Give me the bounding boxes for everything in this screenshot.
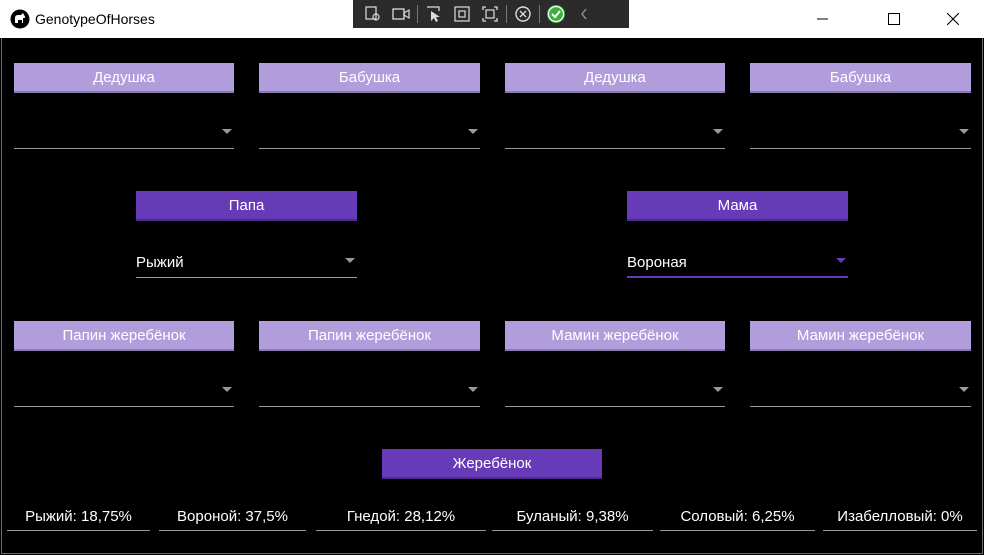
result-ryzhiy: Рыжий: 18,75% bbox=[7, 503, 150, 531]
result-izabellovy: Изабелловый: 0% bbox=[823, 503, 977, 531]
grandfather-maternal-button[interactable]: Дедушка bbox=[505, 63, 725, 93]
hot-reload-icon[interactable] bbox=[509, 2, 537, 26]
title-bar: GenotypeOfHorses bbox=[0, 0, 984, 38]
record-icon[interactable] bbox=[387, 2, 415, 26]
mother-foal-button-2[interactable]: Мамин жеребёнок bbox=[750, 321, 971, 351]
close-button[interactable] bbox=[930, 0, 976, 38]
dropdown-arrow-icon bbox=[222, 129, 232, 134]
dropdown-arrow-icon bbox=[222, 387, 232, 392]
grandfather-paternal-combo[interactable] bbox=[14, 119, 234, 149]
dropdown-arrow-icon bbox=[713, 387, 723, 392]
foal-button[interactable]: Жеребёнок bbox=[382, 449, 602, 479]
window-title: GenotypeOfHorses bbox=[35, 11, 155, 27]
mother-button[interactable]: Мама bbox=[627, 191, 848, 221]
grandmother-maternal-combo[interactable] bbox=[750, 119, 971, 149]
mother-foal-button-1[interactable]: Мамин жеребёнок bbox=[505, 321, 725, 351]
track-focus-icon[interactable] bbox=[476, 2, 504, 26]
close-icon bbox=[947, 13, 959, 25]
result-solovy: Соловый: 6,25% bbox=[660, 503, 815, 531]
mother-foal-combo-1[interactable] bbox=[505, 377, 725, 407]
mother-color-combo[interactable]: Вороная bbox=[627, 248, 848, 278]
minimize-icon bbox=[817, 18, 828, 20]
minimize-button[interactable] bbox=[800, 0, 846, 38]
result-bulany: Буланый: 9,38% bbox=[492, 503, 653, 531]
toolbar-separator bbox=[539, 5, 540, 23]
grandmother-maternal-button[interactable]: Бабушка bbox=[750, 63, 971, 93]
dropdown-arrow-icon bbox=[836, 258, 846, 263]
father-button[interactable]: Папа bbox=[136, 191, 357, 221]
dropdown-arrow-icon bbox=[468, 387, 478, 392]
father-color-combo[interactable]: Рыжий bbox=[136, 248, 357, 278]
dropdown-arrow-icon bbox=[345, 258, 355, 263]
maximize-icon bbox=[888, 13, 900, 25]
dropdown-arrow-icon bbox=[959, 387, 969, 392]
father-foal-button-1[interactable]: Папин жеребёнок bbox=[14, 321, 234, 351]
maximize-button[interactable] bbox=[871, 0, 917, 38]
grandmother-paternal-combo[interactable] bbox=[259, 119, 480, 149]
collapse-chevron-icon[interactable] bbox=[570, 2, 598, 26]
combo-value: Вороная bbox=[627, 254, 687, 271]
dropdown-arrow-icon bbox=[468, 129, 478, 134]
debug-toolbar bbox=[353, 0, 629, 28]
dropdown-arrow-icon bbox=[713, 129, 723, 134]
grandfather-paternal-button[interactable]: Дедушка bbox=[14, 63, 234, 93]
father-foal-combo-2[interactable] bbox=[259, 377, 480, 407]
select-element-icon[interactable] bbox=[359, 2, 387, 26]
check-status-icon[interactable] bbox=[542, 2, 570, 26]
result-voronoy: Вороной: 37,5% bbox=[159, 503, 306, 531]
toolbar-separator bbox=[506, 5, 507, 23]
result-gnedoy: Гнедой: 28,12% bbox=[316, 503, 486, 531]
grandfather-maternal-combo[interactable] bbox=[505, 119, 725, 149]
combo-value: Рыжий bbox=[136, 254, 184, 271]
father-foal-button-2[interactable]: Папин жеребёнок bbox=[259, 321, 480, 351]
horse-icon bbox=[10, 9, 30, 29]
mother-foal-combo-2[interactable] bbox=[750, 377, 971, 407]
dropdown-arrow-icon bbox=[959, 129, 969, 134]
grandmother-paternal-button[interactable]: Бабушка bbox=[259, 63, 480, 93]
father-foal-combo-1[interactable] bbox=[14, 377, 234, 407]
display-layout-icon[interactable] bbox=[448, 2, 476, 26]
pointer-select-icon[interactable] bbox=[420, 2, 448, 26]
toolbar-separator bbox=[417, 5, 418, 23]
